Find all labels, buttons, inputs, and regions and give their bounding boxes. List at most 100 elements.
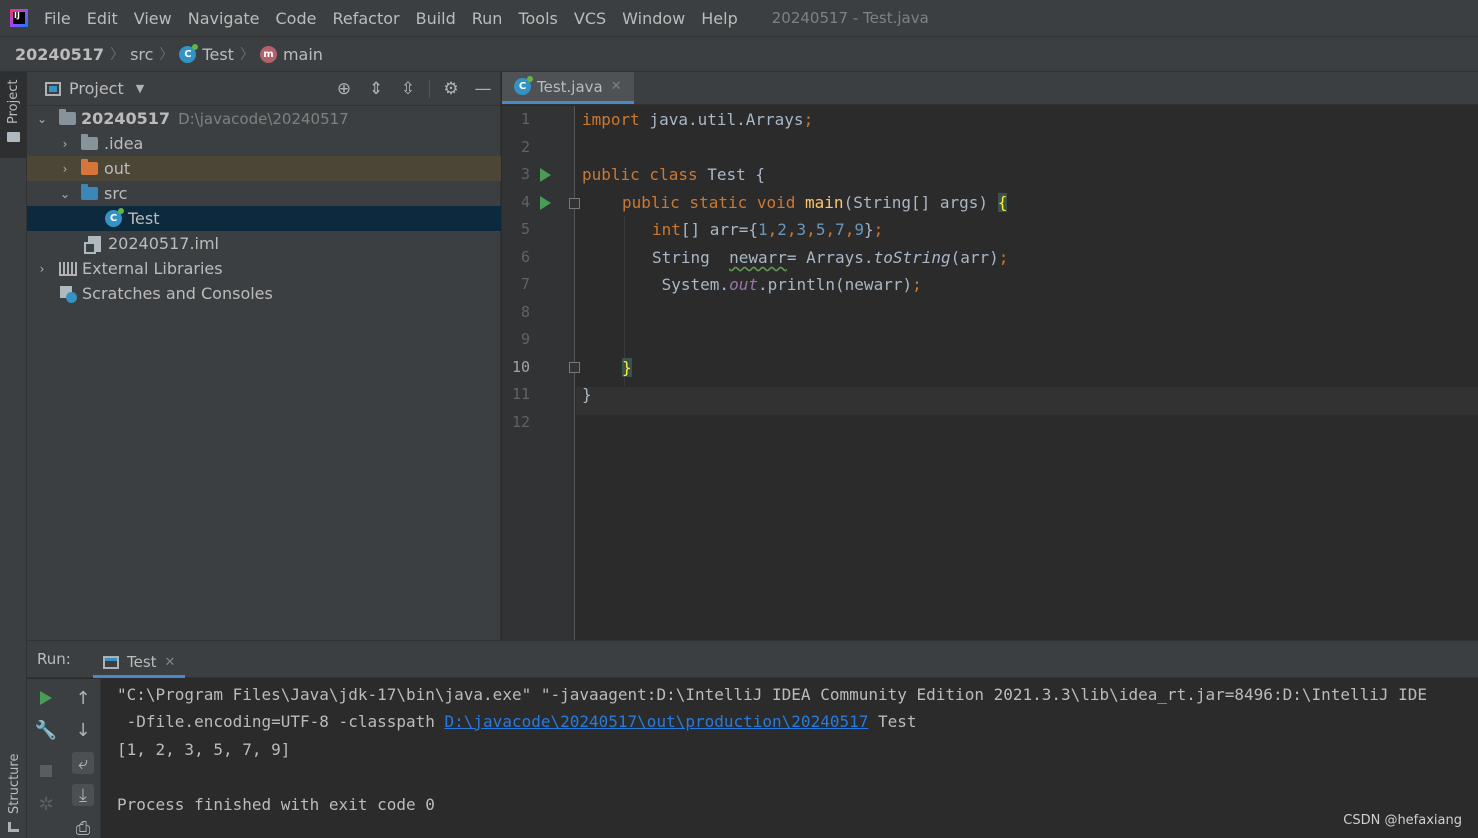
menu-help[interactable]: Help <box>701 9 737 28</box>
menu-window[interactable]: Window <box>622 9 685 28</box>
run-gutter-icon[interactable] <box>540 196 551 210</box>
code-line-7: System.out.println(newarr); <box>652 275 922 294</box>
editor-gutter[interactable]: 1 2 3 4 5 6 7 8 9 10 11 12 <box>502 106 580 640</box>
run-tab-test[interactable]: Test ✕ <box>93 649 186 678</box>
menu-tools[interactable]: Tools <box>518 9 557 28</box>
project-tool-tab[interactable]: Project <box>0 72 27 158</box>
breadcrumb-src[interactable]: src <box>130 45 153 64</box>
tree-item-scratches[interactable]: Scratches and Consoles <box>27 281 501 306</box>
watermark: CSDN @hefaxiang <box>1343 813 1462 828</box>
tree-item-out[interactable]: › out <box>27 156 501 181</box>
classpath-link[interactable]: D:\javacode\20240517\out\production\2024… <box>445 712 869 731</box>
code-editor: C Test.java ✕ 1 2 3 4 5 6 7 8 9 10 11 12… <box>502 72 1478 640</box>
tree-item-external-libraries[interactable]: › External Libraries <box>27 256 501 281</box>
chevron-right-icon: 〉 <box>159 47 174 63</box>
menu-build[interactable]: Build <box>416 9 456 28</box>
line-number: 8 <box>520 303 530 321</box>
tree-item-label: .idea <box>104 134 144 153</box>
line-number: 7 <box>520 275 530 293</box>
wrench-icon[interactable]: 🔧 <box>35 719 57 741</box>
code-line-1: import java.util.Arrays; <box>582 110 814 129</box>
code-text-area[interactable]: import java.util.Arrays; public class Te… <box>576 106 1478 640</box>
locate-icon[interactable]: ⊕ <box>333 78 355 100</box>
project-panel: Project ▼ ⊕ ⇕ ⇳ ⚙ — ⌄ 20240517 D:\javaco… <box>27 72 501 640</box>
tree-item-label: Scratches and Consoles <box>82 284 273 303</box>
minimize-icon[interactable]: — <box>472 78 494 100</box>
scratches-icon <box>59 285 77 303</box>
run-gutter-icon[interactable] <box>540 168 551 182</box>
print-icon[interactable]: ⎙ <box>72 817 94 838</box>
line-number: 1 <box>520 110 530 128</box>
breadcrumb-method-label: main <box>282 44 323 64</box>
code-line-11: } <box>582 385 592 404</box>
chevron-down-icon[interactable]: ⌄ <box>35 112 49 126</box>
editor-tab-bar: C Test.java ✕ <box>502 72 1478 105</box>
folder-icon <box>81 134 98 150</box>
breadcrumb-method[interactable]: m main <box>259 44 323 64</box>
tree-item-label: out <box>104 159 131 178</box>
code-line-5: int[] arr={1,2,3,5,7,9}; <box>652 220 884 239</box>
menu-run[interactable]: Run <box>472 9 503 28</box>
breadcrumb-class[interactable]: C Test <box>179 43 234 64</box>
caret-down-icon[interactable]: ▼ <box>136 82 144 95</box>
menu-view[interactable]: View <box>134 9 172 28</box>
chevron-right-icon[interactable]: › <box>58 137 72 151</box>
code-line-4: public static void main(String[] args) { <box>622 193 1008 212</box>
console-line-exit: Process finished with exit code 0 <box>117 795 435 814</box>
soft-wrap-icon[interactable]: ⤶ <box>72 752 94 774</box>
project-panel-title[interactable]: Project <box>69 79 124 98</box>
rerun-button[interactable] <box>35 687 57 709</box>
run-toolbar-secondary: ↑ ↓ ⤶ ⤓ ⎙ <box>64 679 101 838</box>
bug-icon[interactable]: ✲ <box>35 793 57 815</box>
breadcrumb-class-label: Test <box>202 44 234 64</box>
line-number: 6 <box>520 248 530 266</box>
tree-item-test[interactable]: C Test <box>27 206 501 231</box>
libraries-icon <box>59 261 77 276</box>
close-icon[interactable]: ✕ <box>165 655 176 670</box>
line-number: 10 <box>511 358 530 376</box>
chevron-right-icon[interactable]: › <box>58 162 72 176</box>
tree-item-src[interactable]: ⌄ src <box>27 181 501 206</box>
line-number: 3 <box>520 165 530 183</box>
tree-item-label: External Libraries <box>82 259 223 278</box>
close-icon[interactable]: ✕ <box>611 79 622 94</box>
menu-edit[interactable]: Edit <box>87 9 118 28</box>
project-path-hint: D:\javacode\20240517 <box>178 109 349 128</box>
tree-item-project-root[interactable]: ⌄ 20240517 D:\javacode\20240517 <box>27 106 501 131</box>
menu-navigate[interactable]: Navigate <box>188 9 260 28</box>
arrow-down-icon[interactable]: ↓ <box>72 719 94 741</box>
line-number: 2 <box>520 138 530 156</box>
line-number: 4 <box>520 193 530 211</box>
menu-refactor[interactable]: Refactor <box>332 9 399 28</box>
gear-icon[interactable]: ⚙ <box>440 78 462 100</box>
run-toolbar-primary: 🔧 ✲ <box>27 679 64 838</box>
project-panel-header: Project ▼ ⊕ ⇕ ⇳ ⚙ — <box>27 72 500 106</box>
structure-icon <box>8 822 19 832</box>
tab-label: Test.java <box>537 77 603 96</box>
tree-item-label: 20240517.iml <box>108 234 219 253</box>
chevron-down-icon[interactable]: ⌄ <box>58 187 72 201</box>
structure-tool-tab-label: Structure <box>7 753 22 814</box>
line-number: 9 <box>520 330 530 348</box>
breadcrumb-project[interactable]: 20240517 <box>15 45 104 64</box>
toolbar-divider <box>429 80 430 98</box>
source-folder-icon <box>81 184 98 200</box>
tree-item-iml[interactable]: 20240517.iml <box>27 231 501 256</box>
excluded-folder-icon <box>81 159 98 175</box>
stop-button[interactable] <box>35 760 57 782</box>
menu-code[interactable]: Code <box>276 9 317 28</box>
collapse-all-icon[interactable]: ⇳ <box>397 78 419 100</box>
arrow-up-icon[interactable]: ↑ <box>72 687 94 709</box>
console-output[interactable]: "C:\Program Files\Java\jdk-17\bin\java.e… <box>117 679 1478 838</box>
chevron-right-icon[interactable]: › <box>35 262 49 276</box>
scroll-to-end-icon[interactable]: ⤓ <box>72 784 94 806</box>
tab-test-java[interactable]: C Test.java ✕ <box>502 72 634 104</box>
console-line-output: [1, 2, 3, 5, 7, 9] <box>117 740 291 759</box>
expand-all-icon[interactable]: ⇕ <box>365 78 387 100</box>
structure-tool-tab[interactable]: Structure <box>0 752 27 838</box>
menu-file[interactable]: File <box>44 9 71 28</box>
tree-item-idea[interactable]: › .idea <box>27 131 501 156</box>
menu-vcs[interactable]: VCS <box>574 9 606 28</box>
run-tab-label: Test <box>127 653 157 671</box>
console-icon <box>103 655 119 669</box>
